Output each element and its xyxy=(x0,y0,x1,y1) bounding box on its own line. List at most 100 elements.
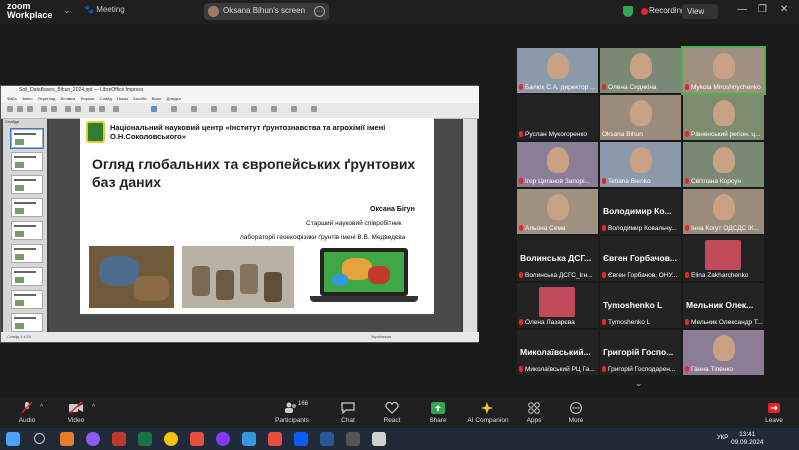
participant-tile[interactable]: Рівненський регіон. ц... xyxy=(683,95,764,140)
minimize-icon[interactable]: — xyxy=(737,4,747,15)
slide-thumbnail[interactable] xyxy=(10,128,44,149)
toolbar-icon[interactable] xyxy=(231,106,237,112)
participant-tile[interactable]: Євген Горбачов... Євген Горбачов, ОНУ... xyxy=(600,236,681,281)
menu-item[interactable]: Слайд xyxy=(100,96,112,101)
participant-tile[interactable]: Ганна Тіпенко xyxy=(683,330,764,375)
menu-item[interactable]: Показ xyxy=(117,96,128,101)
participant-tile[interactable]: Волинська ДСГ... Волинська ДСГС_Ігн... xyxy=(517,236,598,281)
participant-tile[interactable]: Олена Лазарєва xyxy=(517,283,598,328)
excel-icon[interactable] xyxy=(138,432,152,446)
word-icon[interactable] xyxy=(320,432,334,446)
menu-item[interactable]: Формат xyxy=(80,96,94,101)
ai-companion-button[interactable]: AI Companion xyxy=(463,398,513,428)
share-button[interactable]: Share xyxy=(414,398,462,428)
toolbar-icon[interactable] xyxy=(75,106,81,112)
participant-tile[interactable]: Олена Сидякіна xyxy=(600,48,681,93)
participant-tile[interactable]: Альона Сема xyxy=(517,189,598,234)
slide-thumbnail[interactable] xyxy=(11,175,43,194)
slide-thumbnail[interactable] xyxy=(11,221,43,240)
participant-tile[interactable]: Володимир Ко... Володимир Ковальчу... xyxy=(600,189,681,234)
apps-button[interactable]: Apps xyxy=(510,398,558,428)
chevron-down-icon[interactable]: ⌄ xyxy=(63,5,71,16)
more-button[interactable]: More xyxy=(552,398,600,428)
toolbar-icon[interactable] xyxy=(89,106,95,112)
menu-item[interactable]: Перегляд xyxy=(38,96,56,101)
apps-icon xyxy=(528,402,540,414)
participant-tile[interactable]: Elina Zakharchenko xyxy=(683,236,764,281)
toolbar-icon[interactable] xyxy=(171,106,177,112)
participant-tile[interactable]: Tetiana Bienko xyxy=(600,142,681,187)
toolbar-icon[interactable] xyxy=(27,106,33,112)
menu-item[interactable]: Довідка xyxy=(166,96,180,101)
more-options-icon[interactable]: ··· xyxy=(314,6,325,17)
video-button[interactable]: Video xyxy=(52,398,100,428)
participant-tile[interactable]: Oksana Bihun xyxy=(600,95,681,140)
menu-item[interactable]: Зміни xyxy=(22,96,33,101)
participant-tile[interactable]: Світлана Корсун xyxy=(683,142,764,187)
participant-tile[interactable]: Миколаївський... Миколаївський РЦ Га... xyxy=(517,330,598,375)
participant-tile[interactable]: Григорій Госпо... Григорій Господарен... xyxy=(600,330,681,375)
slide-thumbnail[interactable] xyxy=(11,267,43,286)
toolbar-icon[interactable] xyxy=(271,106,277,112)
participant-video xyxy=(630,147,652,173)
toolbar-icon[interactable] xyxy=(51,106,57,112)
maximize-icon[interactable]: ❐ xyxy=(758,4,767,15)
menu-item[interactable]: Вікно xyxy=(152,96,162,101)
toolbar-icon[interactable] xyxy=(17,106,23,112)
menu-item[interactable]: Засоби xyxy=(133,96,146,101)
chat-button[interactable]: Chat xyxy=(324,398,372,428)
meeting-info-button[interactable]: 🐾 Meeting xyxy=(84,5,125,14)
screen-share-indicator[interactable]: Oksana Bihun's screen ··· xyxy=(204,3,329,20)
windows-start-icon[interactable] xyxy=(6,432,20,446)
slide-thumbnail[interactable] xyxy=(11,244,43,263)
menu-item[interactable]: Вставка xyxy=(60,96,75,101)
slide-thumbnail[interactable] xyxy=(11,152,43,171)
app-icon[interactable] xyxy=(242,432,256,446)
toolbar-icon[interactable] xyxy=(291,106,297,112)
viber-icon[interactable] xyxy=(216,432,230,446)
participant-tile[interactable]: Балюк С.А. директор ... xyxy=(517,48,598,93)
slide-thumbnail[interactable] xyxy=(11,198,43,217)
participant-tile[interactable]: Руслан Мукогоренко xyxy=(517,95,598,140)
toolbar-icon[interactable] xyxy=(113,106,119,112)
app-icon[interactable] xyxy=(112,432,126,446)
participant-tile[interactable]: Tymoshenko L Tymoshenko L xyxy=(600,283,681,328)
chevron-up-icon[interactable]: ^ xyxy=(40,404,43,411)
view-button[interactable]: View xyxy=(682,4,718,19)
participant-tile[interactable]: Інна Когут ОДСДС ІК... xyxy=(683,189,764,234)
audio-button[interactable]: Audio xyxy=(3,398,51,428)
toolbar-icon[interactable] xyxy=(99,106,105,112)
toolbar-icon[interactable] xyxy=(311,106,317,112)
close-icon[interactable]: ✕ xyxy=(780,4,788,15)
participants-button[interactable]: 166 Participants xyxy=(267,398,317,428)
clock[interactable]: 13:41 09.09.2024 xyxy=(731,431,764,447)
react-button[interactable]: React xyxy=(368,398,416,428)
toolbar-icon[interactable] xyxy=(211,106,217,112)
menu-item[interactable]: Файл xyxy=(7,96,17,101)
shield-icon[interactable] xyxy=(623,6,633,17)
zoom-icon[interactable] xyxy=(294,432,308,446)
yandex-browser-icon[interactable] xyxy=(268,432,282,446)
toolbar-icon[interactable] xyxy=(7,106,13,112)
app-icon[interactable] xyxy=(346,432,360,446)
slide-thumbnail[interactable] xyxy=(11,290,43,309)
chevron-up-icon[interactable]: ^ xyxy=(92,404,95,411)
toolbar-icon[interactable] xyxy=(151,106,157,112)
app-icon[interactable] xyxy=(86,432,100,446)
participant-tile[interactable]: Мельник Олек... Мельник Олександр Т... xyxy=(683,283,764,328)
search-icon[interactable] xyxy=(34,433,45,444)
toolbar-icon[interactable] xyxy=(41,106,47,112)
file-explorer-icon[interactable] xyxy=(60,432,74,446)
toolbar-icon[interactable] xyxy=(191,106,197,112)
toolbar-icon[interactable] xyxy=(251,106,257,112)
toolbar-icon[interactable] xyxy=(65,106,71,112)
slide-thumbnail[interactable] xyxy=(11,313,43,332)
chrome-icon[interactable] xyxy=(164,432,178,446)
participant-tile[interactable]: Ігор Циганов Запорі... xyxy=(517,142,598,187)
language-indicator[interactable]: УКР xyxy=(717,435,728,441)
participant-tile[interactable]: Mykola Miroshnychenko xyxy=(681,46,766,95)
chevron-down-icon[interactable]: ⌄ xyxy=(635,378,643,389)
libreoffice-icon[interactable] xyxy=(372,432,386,446)
leave-button[interactable]: Leave xyxy=(750,398,798,428)
yandex-icon[interactable] xyxy=(190,432,204,446)
